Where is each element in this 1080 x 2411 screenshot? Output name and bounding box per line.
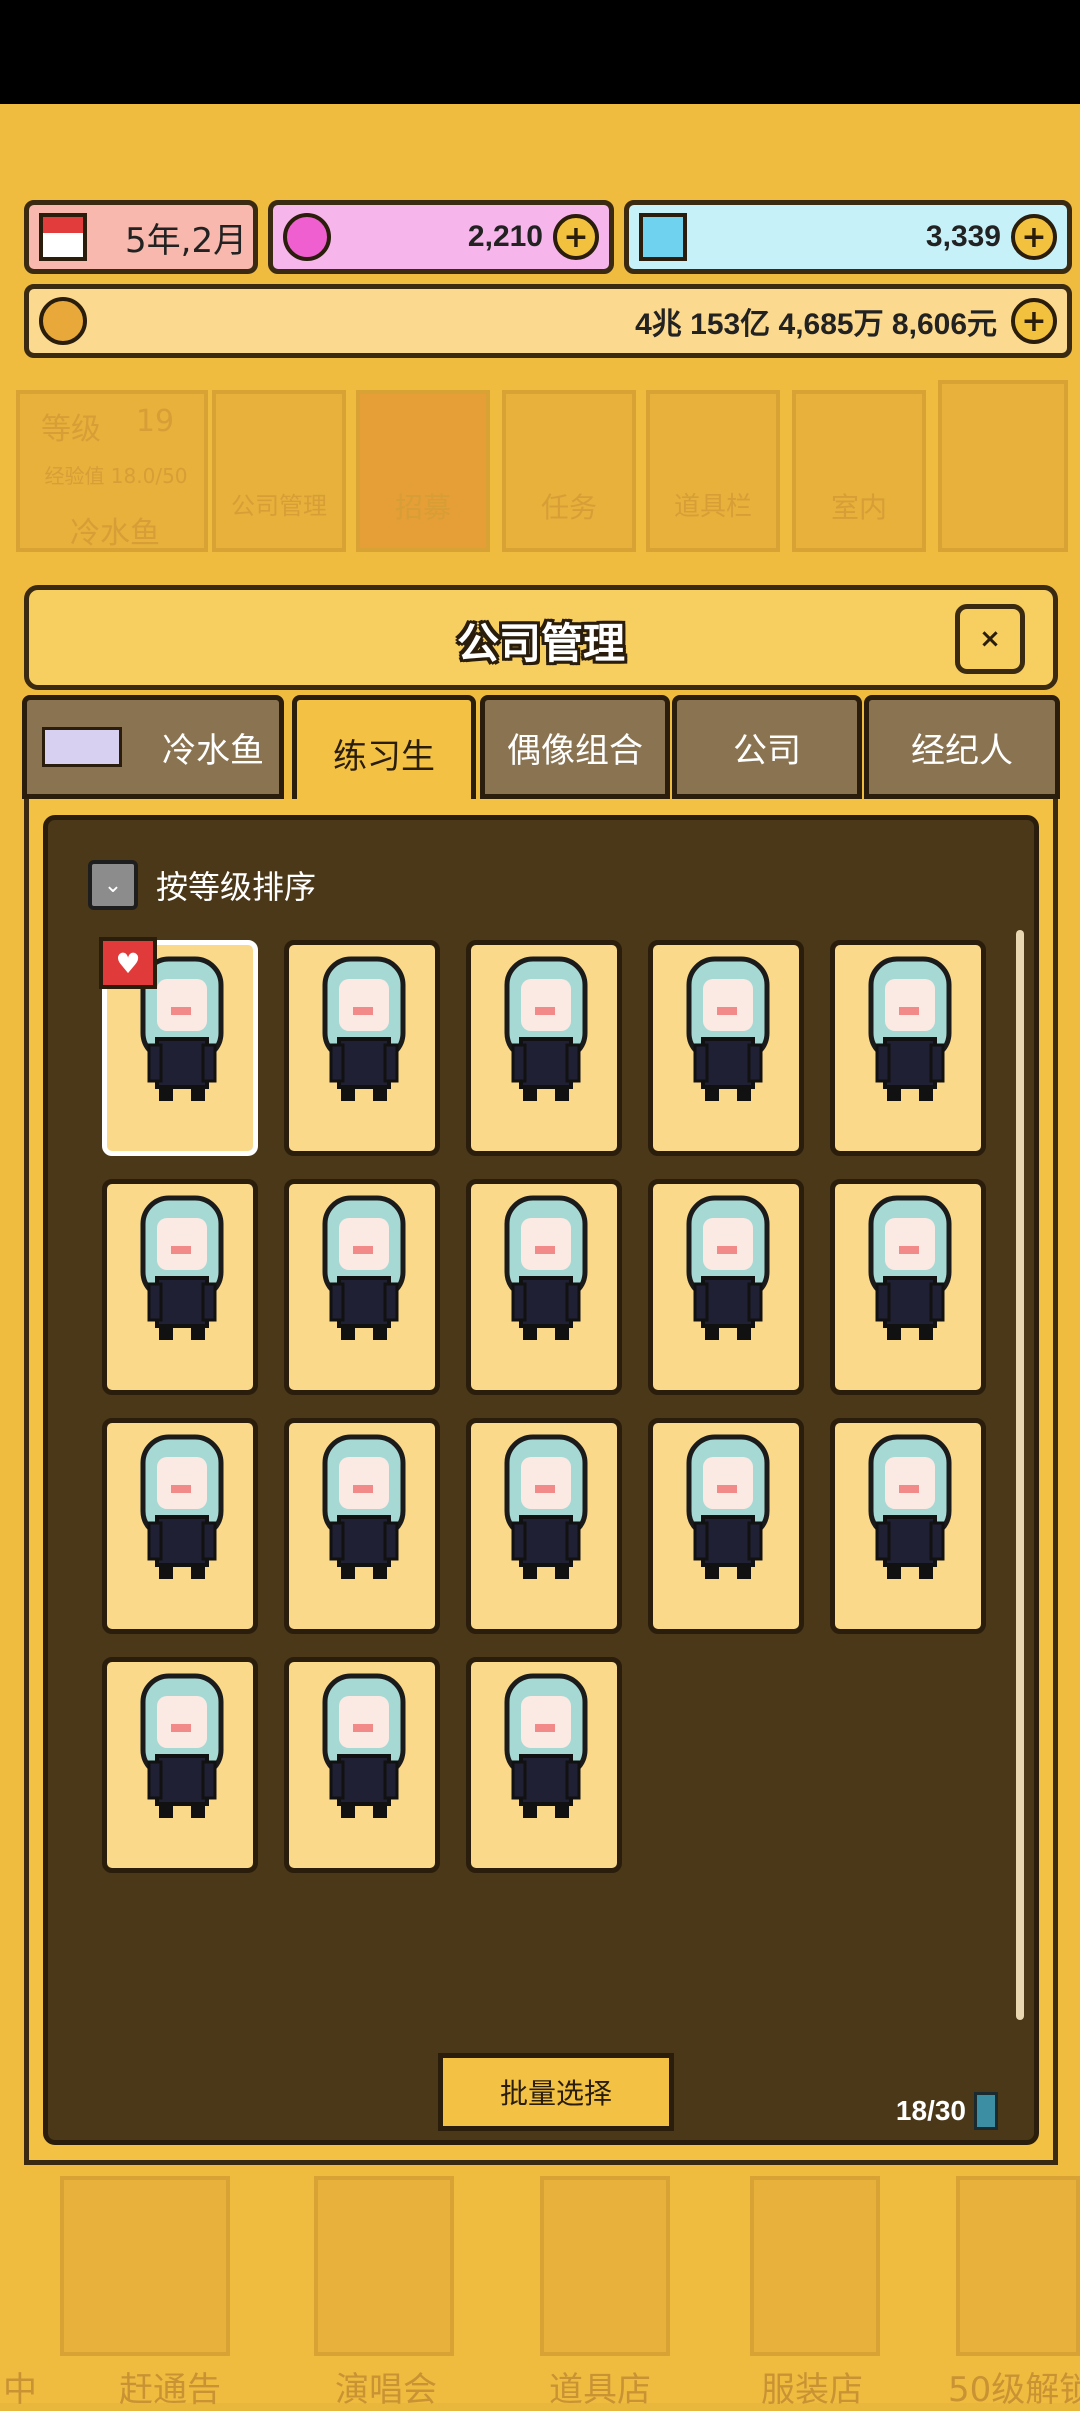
tab-idol-groups-label: 偶像组合 <box>507 730 643 771</box>
menu-company: 公司管理 <box>231 492 327 520</box>
trainee-card[interactable] <box>102 1418 258 1634</box>
blue-gem-icon <box>639 213 687 261</box>
bottom-menu-item-shop: 道具店 <box>549 2370 651 2410</box>
trainee-card[interactable] <box>466 1657 622 1873</box>
sort-icon: ⌄ <box>88 860 138 910</box>
date-bar: 5年,2月 <box>24 200 258 274</box>
bottom-menu-locked: 50级解锁 <box>948 2370 1080 2410</box>
money-value: 4兆 153亿 4,685万 8,606元 <box>635 308 997 341</box>
trainee-avatar <box>868 956 952 1101</box>
menu-recruit: 招募 <box>394 491 451 524</box>
trainee-icon <box>974 2092 998 2130</box>
trainee-card[interactable] <box>648 940 804 1156</box>
pink-gem-icon <box>283 213 331 261</box>
trainee-card[interactable] <box>284 1418 440 1634</box>
bottom-menu-concert: 演唱会 <box>335 2370 437 2410</box>
pink-gem-bar: 2,210 + <box>268 200 614 274</box>
trainee-avatar <box>322 1434 406 1579</box>
dialog-title: 公司管理 <box>456 619 625 668</box>
trainee-list-area: ⌄ 按等级排序 ♥ 批量选择 18/30 <box>43 815 1039 2145</box>
trainee-card[interactable] <box>830 1179 986 1395</box>
trainee-avatar <box>686 1195 770 1340</box>
close-icon: × <box>979 624 1001 654</box>
trainee-avatar <box>868 1195 952 1340</box>
sort-label: 按等级排序 <box>156 868 317 906</box>
trainee-card[interactable] <box>102 1179 258 1395</box>
player-badge-icon <box>42 727 122 767</box>
trainee-avatar <box>504 956 588 1101</box>
money-bar: 4兆 153亿 4,685万 8,606元 + <box>24 284 1072 358</box>
tab-player[interactable]: 冷水鱼 <box>22 695 284 799</box>
menu-interior: 室内 <box>830 491 887 524</box>
tab-company[interactable]: 公司 <box>672 695 862 799</box>
pink-gem-value: 2,210 <box>467 220 543 253</box>
trainee-avatar <box>140 1434 224 1579</box>
bottom-menu-announce: 赶通告 <box>119 2370 221 2410</box>
add-blue-gem-button[interactable]: + <box>1011 214 1057 260</box>
tab-trainees[interactable]: 练习生 <box>292 695 476 807</box>
trainee-card[interactable] <box>102 1657 258 1873</box>
blue-gem-value: 3,339 <box>925 220 1001 253</box>
tab-idol-groups[interactable]: 偶像组合 <box>480 695 670 799</box>
trainee-card[interactable] <box>466 940 622 1156</box>
level-value: 19 <box>135 404 175 439</box>
trainee-avatar <box>140 1195 224 1340</box>
exp-label: 经验值 18.0/50 <box>44 464 188 488</box>
add-money-button[interactable]: + <box>1011 298 1057 344</box>
trainee-card[interactable] <box>830 1418 986 1634</box>
trainee-avatar <box>140 1673 224 1818</box>
add-pink-gem-button[interactable]: + <box>553 214 599 260</box>
menu-tasks: 任务 <box>540 491 597 524</box>
trainee-avatar <box>686 956 770 1101</box>
tab-agents-label: 经纪人 <box>911 730 1013 771</box>
status-bar <box>0 0 1080 104</box>
tab-player-label: 冷水鱼 <box>162 730 264 771</box>
tab-bar: 冷水鱼 练习生 偶像组合 公司 经纪人 <box>22 695 1062 807</box>
trainee-avatar <box>322 1673 406 1818</box>
tab-trainees-label: 练习生 <box>333 737 435 777</box>
trainee-card[interactable] <box>648 1418 804 1634</box>
date-label: 5年,2月 <box>125 220 248 261</box>
trainee-avatar <box>322 1195 406 1340</box>
tab-company-label: 公司 <box>733 730 801 771</box>
trainee-avatar <box>322 956 406 1101</box>
trainee-card[interactable] <box>466 1418 622 1634</box>
bottom-menu-0: 中 <box>3 2370 37 2410</box>
calendar-icon <box>39 213 87 261</box>
trainee-avatar <box>504 1434 588 1579</box>
trainee-avatar <box>504 1195 588 1340</box>
trainee-panel: ⌄ 按等级排序 ♥ 批量选择 18/30 <box>24 799 1058 2165</box>
bottom-menu-clothing-shop: 服装店 <box>761 2370 863 2410</box>
dialog-header: 公司管理 × <box>24 585 1058 690</box>
close-button[interactable]: × <box>955 604 1025 674</box>
batch-select-button[interactable]: 批量选择 <box>438 2053 674 2131</box>
trainee-card[interactable] <box>284 940 440 1156</box>
trainee-card[interactable] <box>284 1657 440 1873</box>
heart-icon: ♥ <box>99 937 157 989</box>
trainee-card[interactable] <box>284 1179 440 1395</box>
coin-icon <box>39 297 87 345</box>
trainee-count-value: 18/30 <box>895 2095 966 2126</box>
trainee-avatar <box>504 1673 588 1818</box>
menu-items: 道具栏 <box>673 492 752 522</box>
scrollbar[interactable] <box>1016 930 1024 2020</box>
tab-agents[interactable]: 经纪人 <box>864 695 1060 799</box>
player-name: 冷水鱼 <box>70 516 160 551</box>
blue-gem-bar: 3,339 + <box>624 200 1072 274</box>
trainee-avatar <box>686 1434 770 1579</box>
trainee-card[interactable] <box>648 1179 804 1395</box>
sort-toggle[interactable]: ⌄ 按等级排序 <box>88 860 316 910</box>
trainee-avatar <box>868 1434 952 1579</box>
company-management-dialog: 公司管理 × 冷水鱼 练习生 偶像组合 公司 经纪人 ⌄ 按等级排序 ♥ 批量选… <box>22 585 1060 2165</box>
trainee-card[interactable] <box>830 940 986 1156</box>
trainee-card[interactable] <box>466 1179 622 1395</box>
batch-select-label: 批量选择 <box>499 2077 612 2110</box>
trainee-card[interactable]: ♥ <box>99 937 258 1156</box>
level-label: 等级 <box>41 412 101 447</box>
trainee-count: 18/30 <box>896 2092 998 2130</box>
